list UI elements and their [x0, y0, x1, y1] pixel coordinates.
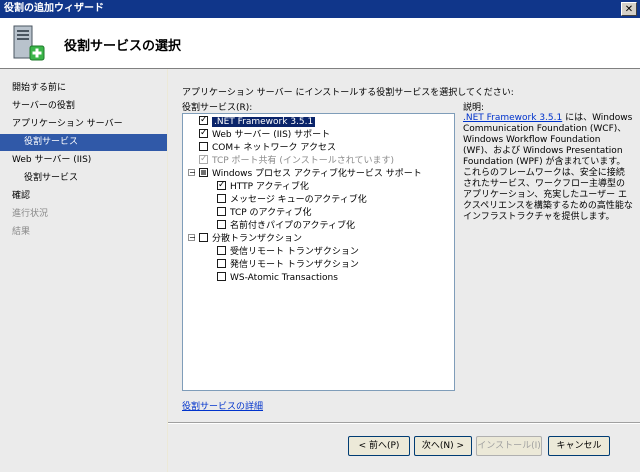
window-title: 役割の追加ウィザード	[4, 3, 104, 14]
checkbox[interactable]	[199, 127, 208, 140]
nav-item: 開始する前に	[12, 83, 67, 93]
role-service-label: WS-Atomic Transactions	[230, 273, 338, 283]
wizard-nav: 開始する前に サーバーの役割アプリケーション サーバー役割サービス Web サーバー…	[0, 69, 167, 472]
checkbox[interactable]	[217, 246, 226, 255]
title-bar[interactable]: 役割の追加ウィザード ✕	[0, 0, 640, 18]
close-button[interactable]: ✕	[621, 2, 637, 16]
main-panel: アプリケーション サーバー にインストールする役割サービスを選択してください: …	[168, 69, 640, 472]
page-title: 役割サービスの選択	[64, 39, 182, 54]
checkbox[interactable]	[217, 207, 226, 216]
nav-item: 役割サービス	[24, 173, 79, 183]
back-button[interactable]: < 前へ(P)	[348, 436, 410, 456]
checkbox[interactable]	[199, 114, 208, 127]
role-service-item[interactable]: .NET Framework 3.5.1	[199, 114, 316, 129]
next-button[interactable]: 次へ(N) >	[414, 436, 472, 456]
role-service-label: Web サーバー (IIS) サポート	[212, 130, 331, 140]
nav-item: 確認	[12, 191, 31, 201]
nav-item: 進行状況	[12, 209, 49, 219]
nav-item: サーバーの役割	[12, 101, 75, 111]
collapse-icon[interactable]: −	[188, 234, 196, 242]
more-info-link[interactable]: 役割サービスの詳細	[182, 399, 263, 412]
role-service-item[interactable]: メッセージ キューのアクティブ化	[217, 194, 367, 207]
role-service-label: 受信リモート トランザクション	[230, 247, 359, 257]
install-button[interactable]: インストール(I)	[476, 436, 542, 456]
description-body: には、Windows Communication Foundation (WCF…	[463, 113, 633, 222]
cancel-button[interactable]: キャンセル	[548, 436, 610, 456]
server-add-icon	[13, 25, 45, 61]
role-service-item[interactable]: − 分散トランザクション	[188, 233, 302, 246]
role-service-item[interactable]: Web サーバー (IIS) サポート	[199, 127, 331, 142]
role-service-label: COM+ ネットワーク アクセス	[212, 143, 336, 153]
role-service-label: TCP のアクティブ化	[230, 208, 312, 218]
description-text: .NET Framework 3.5.1 には、Windows Communic…	[463, 113, 633, 223]
nav-item: 結果	[12, 227, 31, 237]
checkbox[interactable]	[199, 168, 208, 177]
checkbox[interactable]	[217, 220, 226, 229]
role-service-label: 発信リモート トランザクション	[230, 260, 359, 270]
checkbox[interactable]	[217, 179, 226, 192]
role-service-item[interactable]: TCP ポート共有 (インストールされています)	[199, 153, 394, 168]
checkbox[interactable]	[199, 233, 208, 242]
role-service-label: 名前付きパイプのアクティブ化	[230, 221, 356, 231]
role-service-label: Windows プロセス アクティブ化サービス サポート	[212, 169, 422, 179]
role-services-tree[interactable]: .NET Framework 3.5.1 Web サーバー (IIS) サポート C…	[182, 113, 455, 391]
wizard-window: 役割の追加ウィザード ✕ 役割サービスの選択 開始する前に サーバーの役割アプリケ…	[0, 0, 640, 472]
instructions-text: アプリケーション サーバー にインストールする役割サービスを選択してください:	[182, 88, 514, 98]
role-service-item[interactable]: 発信リモート トランザクション	[217, 259, 359, 272]
collapse-icon[interactable]: −	[188, 169, 196, 177]
checkbox[interactable]	[217, 272, 226, 281]
description-link[interactable]: .NET Framework 3.5.1	[463, 113, 562, 123]
role-service-item[interactable]: HTTP アクティブ化	[217, 179, 309, 194]
wizard-header: 役割サービスの選択	[0, 18, 640, 69]
role-services-label: 役割サービス(R):	[182, 103, 253, 113]
role-service-label: TCP ポート共有 (インストールされています)	[212, 156, 394, 166]
button-separator	[168, 422, 640, 424]
role-service-item[interactable]: 名前付きパイプのアクティブ化	[217, 220, 355, 233]
role-service-label: 分散トランザクション	[212, 234, 303, 244]
role-service-label: .NET Framework 3.5.1	[212, 117, 316, 127]
role-service-item[interactable]: TCP のアクティブ化	[217, 207, 312, 220]
nav-item: アプリケーション サーバー	[12, 119, 123, 129]
role-service-item[interactable]: 受信リモート トランザクション	[217, 246, 359, 259]
nav-item: Web サーバー (IIS)	[12, 155, 92, 165]
checkbox[interactable]	[217, 259, 226, 268]
checkbox[interactable]	[199, 153, 208, 166]
checkbox[interactable]	[199, 142, 208, 151]
role-service-label: HTTP アクティブ化	[230, 182, 309, 192]
description-title: 説明:	[463, 103, 485, 113]
role-service-item[interactable]: COM+ ネットワーク アクセス	[199, 142, 336, 155]
role-service-label: メッセージ キューのアクティブ化	[230, 195, 367, 205]
role-service-item[interactable]: WS-Atomic Transactions	[217, 272, 338, 285]
checkbox[interactable]	[217, 194, 226, 203]
nav-item: 役割サービス	[0, 134, 167, 151]
